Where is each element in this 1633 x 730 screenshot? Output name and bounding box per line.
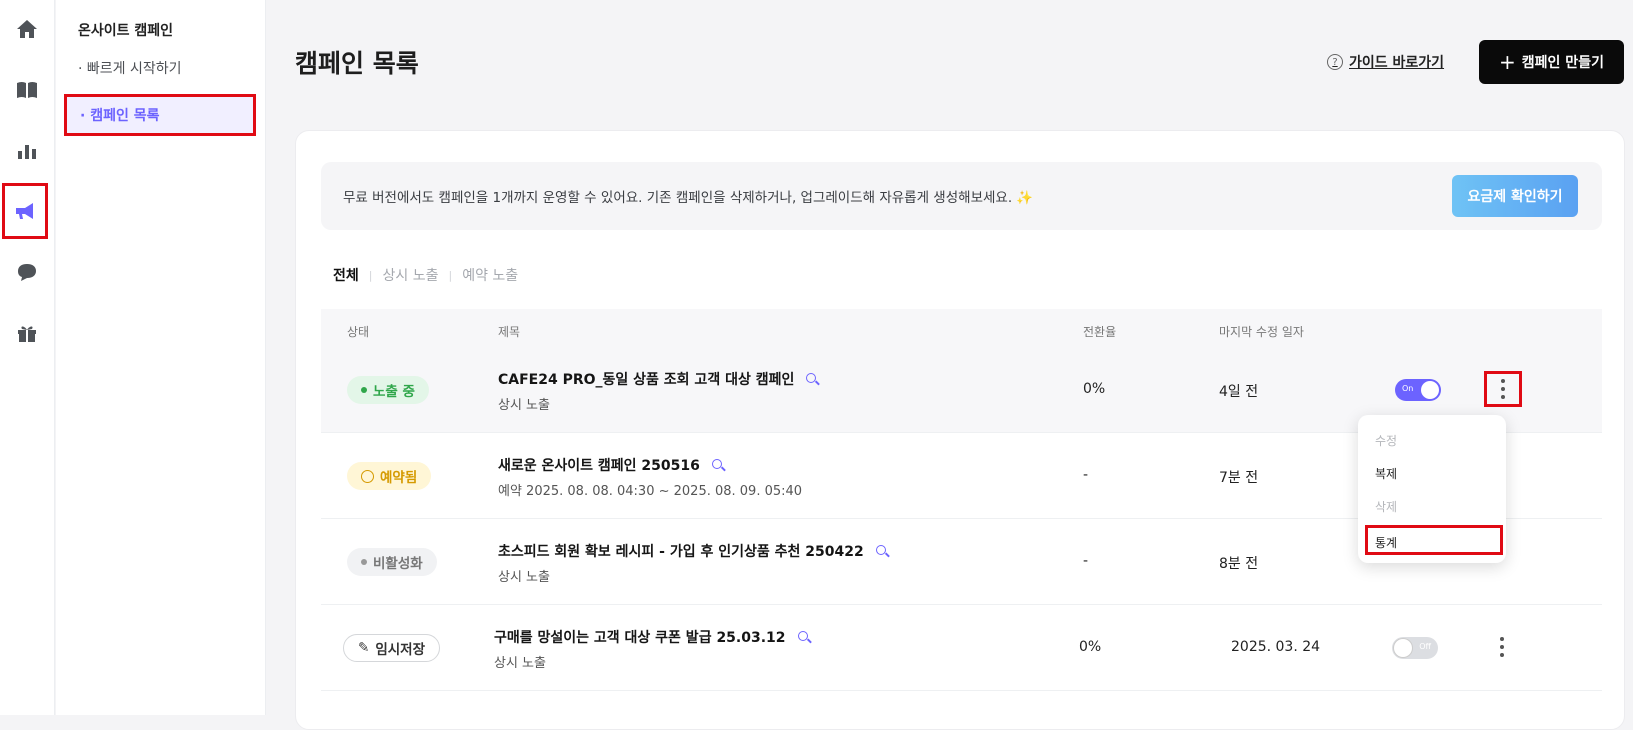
- bar-chart-icon[interactable]: [4, 128, 50, 174]
- toggle-label: Off: [1419, 642, 1431, 651]
- menu-item-copy[interactable]: 복제: [1375, 465, 1397, 482]
- menu-item-edit[interactable]: 수정: [1375, 432, 1397, 449]
- modified-date: 8분 전: [1219, 556, 1259, 572]
- create-campaign-button[interactable]: + 캠페인 만들기: [1479, 40, 1624, 84]
- more-options-icon[interactable]: [1484, 371, 1522, 407]
- status-label: 예약됨: [380, 470, 418, 486]
- filter-divider: |: [368, 268, 373, 282]
- modified-date: 7분 전: [1219, 470, 1259, 486]
- plus-icon: +: [1499, 50, 1516, 74]
- banner-text: 무료 버전에서도 캠페인을 1개까지 운영할 수 있어요. 기존 캠페인을 삭제…: [343, 190, 1034, 206]
- status-badge: 비활성화: [347, 548, 437, 576]
- header-status: 상태: [347, 325, 370, 339]
- search-icon[interactable]: [875, 544, 889, 558]
- campaign-subtitle: 상시 노출: [498, 570, 550, 585]
- campaign-subtitle: 상시 노출: [494, 656, 546, 671]
- book-icon[interactable]: [4, 67, 50, 113]
- header-title: 제목: [498, 325, 521, 339]
- search-icon[interactable]: [711, 458, 725, 472]
- toggle-knob: [1421, 381, 1439, 399]
- guide-link-label: 가이드 바로가기: [1349, 55, 1445, 71]
- pencil-icon: ✎: [358, 640, 370, 656]
- filter-tabs: 전체 | 상시 노출 | 예약 노출: [333, 265, 518, 285]
- toggle-knob: [1394, 639, 1412, 657]
- menu-item-delete[interactable]: 삭제: [1375, 498, 1397, 515]
- guide-link[interactable]: ? 가이드 바로가기: [1327, 52, 1444, 72]
- campaign-subtitle: 상시 노출: [498, 398, 550, 413]
- campaign-title: 초스피드 회원 확보 레시피 - 가입 후 인기상품 추천 250422: [498, 541, 889, 561]
- gift-icon[interactable]: [4, 310, 50, 356]
- filter-reserved[interactable]: 예약 노출: [462, 265, 518, 285]
- campaign-title: 구매를 망설이는 고객 대상 쿠폰 발급 25.03.12: [494, 627, 811, 647]
- status-badge: ✎ 임시저장: [343, 634, 440, 662]
- row-actions-menu: 수정 복제 삭제 통계: [1358, 415, 1506, 563]
- conversion-rate: -: [1083, 467, 1089, 483]
- toggle-label: On: [1402, 384, 1414, 393]
- campaign-title: 새로운 온사이트 캠페인 250516: [498, 455, 725, 475]
- filter-all[interactable]: 전체: [333, 265, 359, 285]
- header-modified: 마지막 수정 일자: [1219, 325, 1304, 339]
- megaphone-icon[interactable]: [2, 183, 48, 239]
- conversion-rate: -: [1083, 553, 1089, 569]
- clock-icon: [361, 469, 374, 483]
- conversion-rate: 0%: [1083, 381, 1106, 397]
- campaign-title-text: 초스피드 회원 확보 레시피 - 가입 후 인기상품 추천 250422: [498, 544, 864, 560]
- more-options-icon[interactable]: [1483, 629, 1521, 665]
- campaign-title-text: CAFE24 PRO_동일 상품 조회 고객 대상 캠페인: [498, 372, 795, 388]
- subnav-item-quickstart[interactable]: · 빠르게 시작하기: [78, 58, 182, 78]
- filter-divider: |: [448, 268, 453, 282]
- table-row[interactable]: ✎ 임시저장 구매를 망설이는 고객 대상 쿠폰 발급 25.03.12 상시 노…: [321, 605, 1602, 691]
- status-dot-icon: [361, 559, 367, 565]
- status-badge: 노출 중: [347, 376, 429, 404]
- help-icon: ?: [1327, 54, 1343, 70]
- sub-navigation: 온사이트 캠페인 · 빠르게 시작하기 · 캠페인 목록: [56, 0, 266, 715]
- status-badge: 예약됨: [347, 462, 432, 490]
- filter-always[interactable]: 상시 노출: [382, 265, 438, 285]
- status-label: 비활성화: [373, 556, 423, 572]
- search-icon[interactable]: [797, 630, 811, 644]
- subnav-item-campaign-list[interactable]: · 캠페인 목록: [64, 94, 256, 136]
- status-dot-icon: [361, 387, 367, 393]
- create-campaign-label: 캠페인 만들기: [1521, 55, 1604, 71]
- menu-item-stats[interactable]: 통계: [1365, 525, 1503, 555]
- modified-date: 4일 전: [1219, 384, 1259, 400]
- campaign-title-text: 새로운 온사이트 캠페인 250516: [498, 458, 700, 474]
- upgrade-banner: 무료 버전에서도 캠페인을 1개까지 운영할 수 있어요. 기존 캠페인을 삭제…: [321, 162, 1602, 230]
- icon-rail: [0, 0, 55, 715]
- campaign-title-text: 구매를 망설이는 고객 대상 쿠폰 발급 25.03.12: [494, 630, 786, 646]
- status-label: 노출 중: [373, 384, 415, 400]
- search-icon[interactable]: [806, 372, 819, 386]
- chat-icon[interactable]: [4, 249, 50, 295]
- campaign-toggle[interactable]: On: [1395, 379, 1441, 401]
- main-content: 캠페인 목록 ? 가이드 바로가기 + 캠페인 만들기 무료 버전에서도 캠페인…: [267, 0, 1633, 730]
- modified-date: 2025. 03. 24: [1231, 639, 1321, 655]
- status-label: 임시저장: [375, 642, 425, 658]
- conversion-rate: 0%: [1079, 639, 1102, 655]
- campaign-subtitle: 예약 2025. 08. 08. 04:30 ~ 2025. 08. 09. 0…: [498, 484, 803, 499]
- header-rate: 전환율: [1083, 325, 1117, 339]
- campaign-toggle[interactable]: Off: [1392, 637, 1438, 659]
- home-icon[interactable]: [4, 6, 50, 52]
- campaign-title: CAFE24 PRO_동일 상품 조회 고객 대상 캠페인: [498, 369, 819, 389]
- check-plan-button[interactable]: 요금제 확인하기: [1452, 175, 1578, 217]
- subnav-title: 온사이트 캠페인: [78, 23, 174, 39]
- page-title: 캠페인 목록: [295, 49, 419, 78]
